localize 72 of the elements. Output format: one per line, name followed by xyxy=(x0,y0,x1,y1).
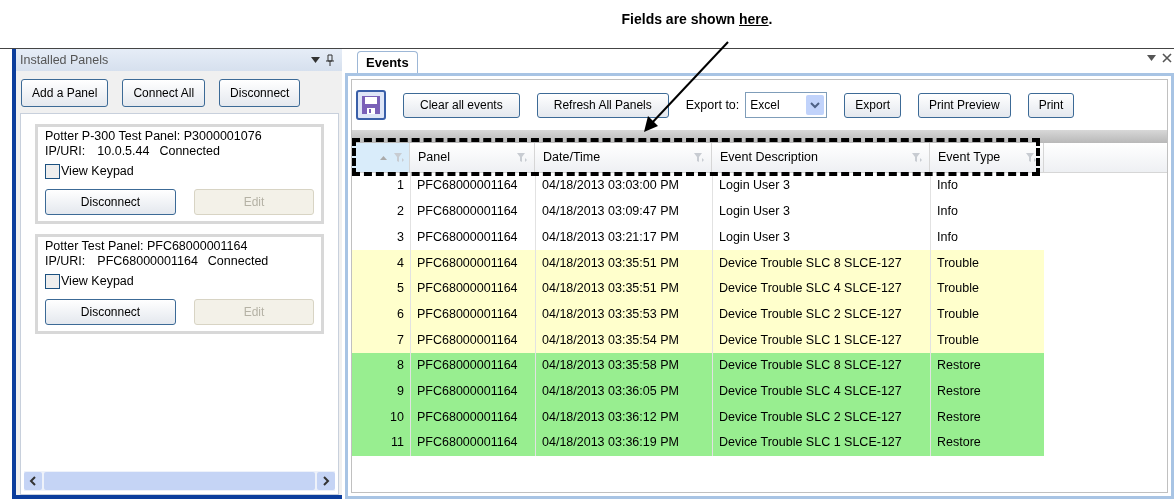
table-cell: Device Trouble SLC 8 SLCE-127 xyxy=(712,250,930,276)
connection-status: Connected xyxy=(207,253,269,269)
panel-name: Potter Test Panel: PFC68000001164 xyxy=(45,238,249,254)
table-cell: 04/18/2013 03:35:54 PM xyxy=(535,327,712,353)
disconnect-button[interactable]: Disconnect xyxy=(45,298,176,325)
table-cell: 04/18/2013 03:35:51 PM xyxy=(535,250,712,276)
table-cell: Device Trouble SLC 2 SLCE-127 xyxy=(712,404,930,430)
event-row[interactable]: 6 PFC68000001164 04/18/2013 03:35:53 PM Device Trouble SLC 2 SLCE-127 Trouble xyxy=(352,301,1044,328)
event-row[interactable]: 9 PFC68000001164 04/18/2013 03:36:05 PM Device Trouble SLC 4 SLCE-127 Restore xyxy=(352,378,1044,405)
column-header[interactable]: Event Type xyxy=(930,143,1044,172)
table-cell: Login User 3 xyxy=(712,173,930,199)
table-cell: Device Trouble SLC 1 SLCE-127 xyxy=(712,429,930,456)
toolbar-button[interactable]: Connect All xyxy=(122,79,206,107)
annotation-text: Fields are shown here. xyxy=(621,10,773,29)
table-cell: PFC68000001164 xyxy=(410,327,535,353)
row-number: 2 xyxy=(396,203,405,221)
table-cell: PFC68000001164 xyxy=(410,250,535,276)
table-cell: 04/18/2013 03:35:58 PM xyxy=(535,352,712,379)
column-header[interactable]: Panel xyxy=(410,143,535,172)
row-number: 8 xyxy=(396,357,405,375)
ip-label: IP/URI: xyxy=(45,144,86,159)
event-row[interactable]: 7 PFC68000001164 04/18/2013 03:35:54 PM Device Trouble SLC 1 SLCE-127 Trouble xyxy=(352,327,1044,353)
row-number: 5 xyxy=(396,280,405,298)
row-number: 3 xyxy=(396,228,405,246)
table-cell: Restore xyxy=(930,404,1044,430)
toolbar-button[interactable]: Print Preview xyxy=(917,92,1011,118)
row-number: 9 xyxy=(396,382,405,400)
event-row[interactable]: 8 PFC68000001164 04/18/2013 03:35:58 PM Device Trouble SLC 8 SLCE-127 Restore xyxy=(352,352,1044,379)
toolbar-button[interactable]: Disconnect xyxy=(219,79,301,107)
row-number: 1 xyxy=(396,177,405,195)
table-cell: Device Trouble SLC 1 SLCE-127 xyxy=(712,327,930,353)
table-cell: Restore xyxy=(930,352,1044,379)
ip-value: 10.0.5.44 xyxy=(97,144,150,159)
toolbar-button[interactable]: Print xyxy=(1027,92,1075,118)
table-cell: PFC68000001164 xyxy=(410,429,535,456)
row-number: 11 xyxy=(390,434,405,452)
toolbar-button[interactable]: Export xyxy=(844,92,901,118)
table-cell: 04/18/2013 03:36:12 PM xyxy=(535,404,712,430)
table-cell: PFC68000001164 xyxy=(410,173,535,199)
export-label: Export to: xyxy=(685,96,740,114)
event-row[interactable]: 4 PFC68000001164 04/18/2013 03:35:51 PM Device Trouble SLC 8 SLCE-127 Trouble xyxy=(352,250,1044,276)
table-cell: Trouble xyxy=(930,250,1044,276)
event-row[interactable]: 10 PFC68000001164 04/18/2013 03:36:12 PM Device Trouble SLC 2 SLCE-127 Restore xyxy=(352,404,1044,430)
table-cell: PFC68000001164 xyxy=(410,404,535,430)
export-format-dropdown[interactable]: Excel xyxy=(745,92,828,118)
panel-title: Installed Panels xyxy=(20,51,109,69)
checkbox-label: View Keypad xyxy=(61,272,134,290)
events-tab[interactable]: Events xyxy=(357,51,418,73)
row-number: 7 xyxy=(396,331,405,349)
table-cell: Restore xyxy=(930,429,1044,456)
disconnect-button[interactable]: Disconnect xyxy=(45,188,176,215)
column-header[interactable]: Date/Time xyxy=(535,143,712,172)
table-cell: 04/18/2013 03:03:00 PM xyxy=(535,173,712,199)
event-row[interactable]: 5 PFC68000001164 04/18/2013 03:35:51 PM Device Trouble SLC 4 SLCE-127 Trouble xyxy=(352,275,1044,302)
row-number: 4 xyxy=(396,254,405,272)
toolbar-button[interactable]: Add a Panel xyxy=(21,79,109,107)
toolbar-button[interactable]: Refresh All Panels xyxy=(536,92,669,118)
column-header[interactable]: Event Description xyxy=(712,143,930,172)
event-row[interactable]: 11 PFC68000001164 04/18/2013 03:36:19 PM Device Trouble SLC 1 SLCE-127 Restore xyxy=(352,429,1044,456)
checkbox-label: View Keypad xyxy=(61,163,134,180)
table-cell: 04/18/2013 03:36:19 PM xyxy=(535,429,712,456)
row-number: 10 xyxy=(389,408,405,426)
table-cell: Trouble xyxy=(930,327,1044,353)
ip-label: IP/URI: xyxy=(45,253,86,269)
row-number: 6 xyxy=(396,305,405,323)
panel-name: Potter P-300 Test Panel: P3000001076 xyxy=(45,129,263,144)
table-cell: Device Trouble SLC 8 SLCE-127 xyxy=(712,352,930,379)
ip-value: PFC68000001164 xyxy=(97,253,198,269)
table-cell: Info xyxy=(930,173,1044,199)
table-cell: PFC68000001164 xyxy=(410,352,535,379)
connection-status: Connected xyxy=(159,144,220,159)
toolbar-button[interactable]: Clear all events xyxy=(403,92,520,118)
